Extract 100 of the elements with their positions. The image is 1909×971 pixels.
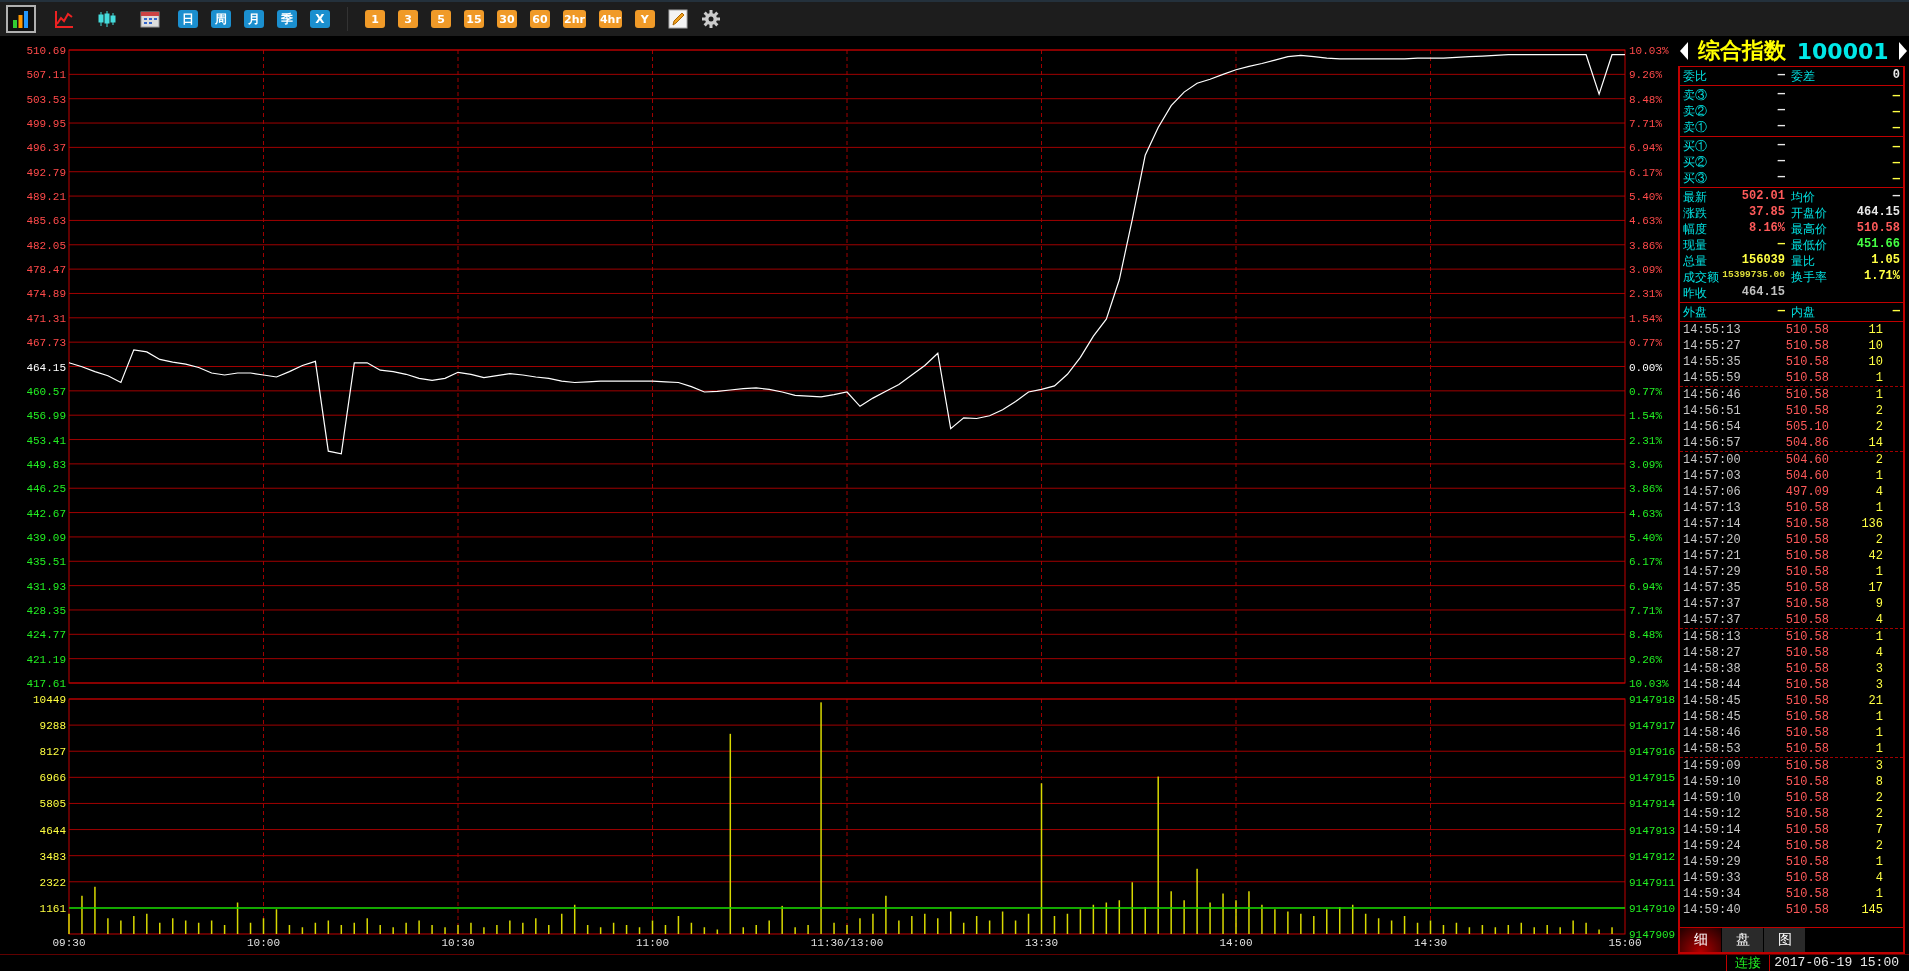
trade-volume: 11 [1867, 323, 1883, 337]
volume-bar [690, 922, 693, 934]
candlestick-icon [97, 9, 117, 29]
calendar-icon [140, 10, 160, 28]
quote-label: 最新 [1683, 190, 1707, 206]
price-axis-label: 424.77 [26, 629, 66, 642]
trade-price: 510.58 [1784, 517, 1829, 531]
interval-button[interactable]: 3 [398, 10, 418, 28]
interval-button[interactable]: 60 [530, 10, 550, 28]
quote-value: — [1892, 104, 1900, 119]
volume-bar [651, 920, 654, 934]
trade-time: 14:57:20 [1683, 533, 1742, 547]
interval-button[interactable]: 1 [365, 10, 385, 28]
period-button[interactable]: 季 [277, 10, 297, 28]
trade-price: 510.58 [1784, 887, 1829, 901]
quote-value: — [1777, 87, 1785, 103]
trade-time: 14:57:37 [1683, 613, 1742, 627]
trade-price: 510.58 [1784, 903, 1829, 917]
interval-button[interactable]: 2hr [563, 10, 586, 28]
interval-button[interactable]: 4hr [598, 10, 622, 28]
percent-axis-label: 8.48% [1629, 93, 1662, 106]
volume-axis-label: 9147917 [1629, 720, 1676, 733]
trade-price: 504.60 [1784, 469, 1829, 483]
price-axis-label: 417.61 [26, 678, 66, 690]
chart-view-button[interactable] [6, 5, 36, 33]
trade-time: 14:59:29 [1683, 855, 1742, 869]
trade-volume: 1 [1874, 469, 1883, 483]
trade-price: 510.58 [1784, 839, 1829, 853]
price-axis-label: 439.09 [26, 531, 66, 544]
interval-button[interactable]: 5 [431, 10, 451, 28]
percent-axis-label: 4.63% [1629, 507, 1662, 520]
volume-bar [1001, 911, 1004, 934]
volume-bar [197, 922, 200, 934]
trade-volume: 1 [1874, 726, 1883, 740]
price-axis-label: 478.47 [26, 264, 66, 277]
trade-time: 14:55:59 [1683, 371, 1742, 385]
trade-price: 510.58 [1784, 388, 1829, 402]
volume-bar [1481, 925, 1484, 934]
trade-volume: 8 [1874, 775, 1883, 789]
quote-value: 8.16% [1749, 221, 1785, 237]
trade-time: 14:59:33 [1683, 871, 1742, 885]
trade-time: 14:57:14 [1683, 517, 1742, 531]
quote-value: — [1892, 139, 1900, 154]
interval-button[interactable]: 15 [464, 10, 484, 28]
panel-tab[interactable]: 图 [1764, 928, 1805, 952]
trade-volume: 2 [1874, 420, 1883, 434]
settings-icon[interactable] [700, 9, 721, 29]
trade-price: 510.58 [1784, 581, 1829, 595]
panel-tab[interactable]: 细 [1680, 928, 1721, 952]
trade-price: 510.58 [1784, 533, 1829, 547]
trade-price: 510.58 [1784, 726, 1829, 740]
percent-axis-label: 6.17% [1629, 166, 1662, 179]
quote-label: 最低价 [1791, 238, 1827, 254]
percent-axis-label: 6.94% [1629, 580, 1662, 593]
period-button[interactable]: 周 [211, 10, 231, 28]
trade-time: 14:57:37 [1683, 597, 1742, 611]
trade-volume: 2 [1874, 404, 1883, 418]
period-button[interactable]: 日 [178, 10, 198, 28]
trade-time: 14:55:35 [1683, 355, 1742, 369]
trade-volume: 1 [1874, 501, 1883, 515]
interval-button[interactable]: 30 [497, 10, 517, 28]
panel-tab[interactable]: 盘 [1722, 928, 1763, 952]
volume-bar [625, 925, 628, 934]
trade-price: 510.58 [1784, 355, 1829, 369]
trade-volume: 4 [1874, 485, 1883, 499]
percent-axis-label: 3.86% [1629, 483, 1662, 496]
percent-axis-label: 3.09% [1629, 264, 1662, 277]
pencil-icon[interactable] [667, 9, 688, 29]
trade-volume: 17 [1867, 581, 1883, 595]
volume-bar [573, 904, 576, 934]
volume-bar [1105, 902, 1108, 934]
interval-button[interactable]: Y [634, 10, 655, 28]
trade-volume: 10 [1867, 339, 1883, 353]
volume-bar [612, 922, 615, 934]
volume-axis-label: 9147918 [1629, 694, 1676, 706]
trade-time: 14:58:45 [1683, 710, 1742, 724]
period-button[interactable]: 月 [244, 10, 264, 28]
price-axis-label: 421.19 [26, 653, 66, 666]
time-axis-label: 11:30/13:00 [810, 937, 884, 949]
volume-bar [301, 927, 304, 934]
percent-axis-label: 8.48% [1629, 629, 1662, 642]
next-arrow-icon[interactable] [1899, 42, 1907, 60]
previous-arrow-icon[interactable] [1680, 42, 1688, 60]
quote-value: 451.66 [1856, 237, 1900, 253]
quote-label: 最高价 [1791, 222, 1827, 238]
quote-label: 卖③ [1683, 88, 1707, 104]
percent-axis-label: 4.63% [1629, 215, 1662, 228]
price-axis-label: 474.89 [26, 288, 66, 301]
quote-value: 37.85 [1749, 205, 1785, 221]
percent-axis-label: 10.03% [1629, 45, 1669, 57]
volume-bar [1494, 927, 1497, 934]
trade-time: 14:57:13 [1683, 501, 1742, 515]
trade-price: 510.58 [1784, 404, 1829, 418]
trade-price: 497.09 [1784, 485, 1829, 499]
percent-axis-label: 7.71% [1629, 604, 1662, 617]
quote-label: 卖① [1683, 120, 1707, 136]
volume-bar [1416, 922, 1419, 934]
trade-volume: 21 [1867, 694, 1883, 708]
period-button[interactable]: X [310, 10, 330, 28]
quote-label: 量比 [1791, 254, 1815, 270]
